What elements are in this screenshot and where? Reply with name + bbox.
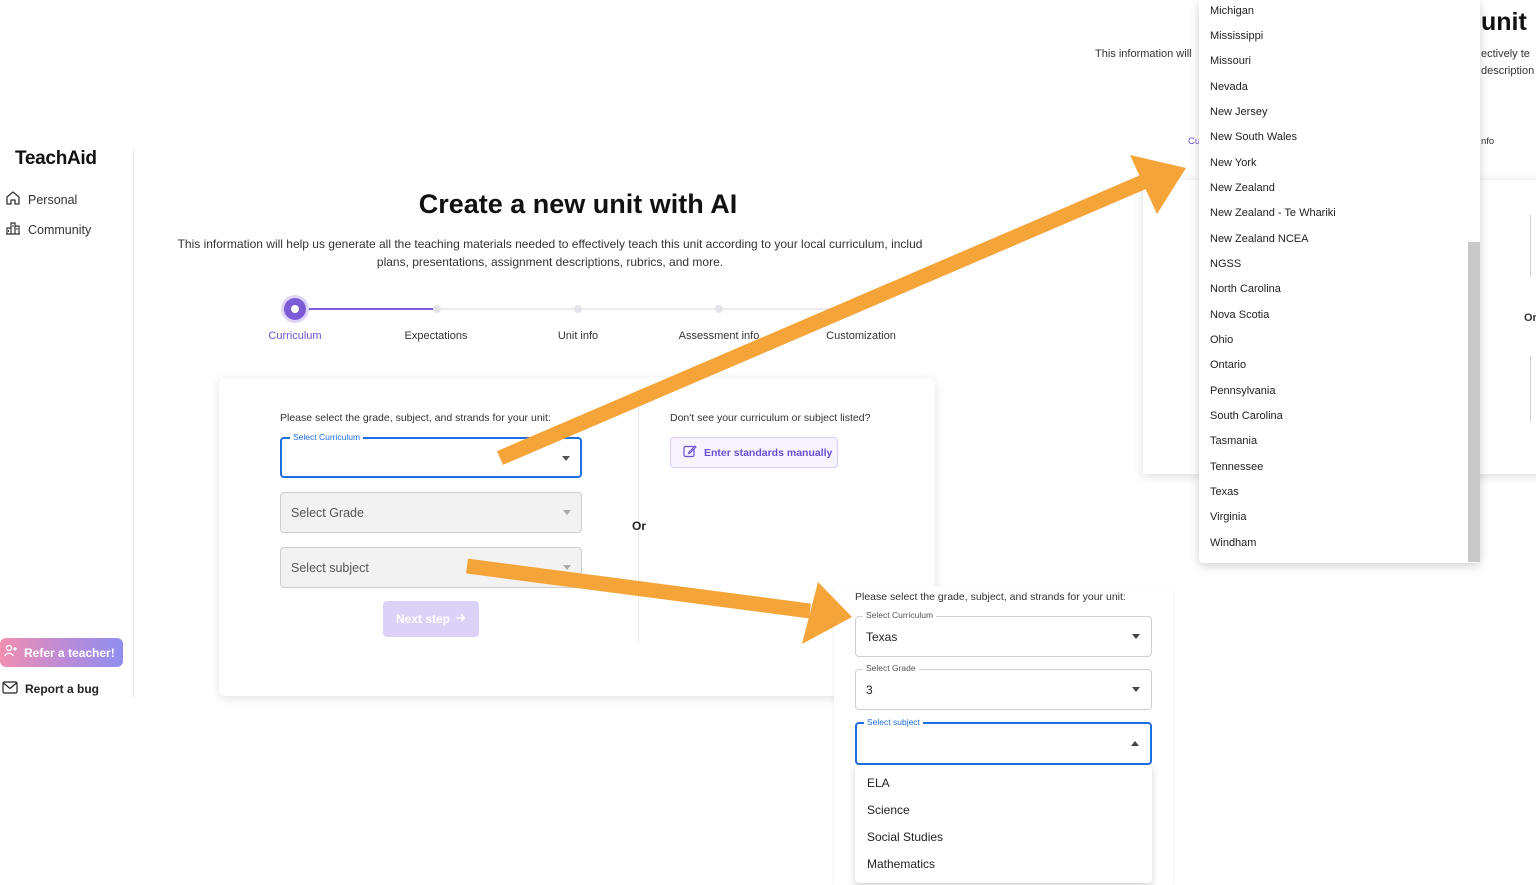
top-right-desc-right: description xyxy=(1481,65,1535,77)
chevron-up-icon xyxy=(1131,741,1139,746)
curriculum-option-missouri[interactable]: Missouri xyxy=(1210,55,1251,67)
top-right-desc-left: This information will xyxy=(1095,48,1192,60)
brand-logo[interactable]: TeachAid xyxy=(15,148,97,170)
subject-option-mathematics[interactable]: Mathematics xyxy=(867,857,935,871)
bottom-curriculum-select[interactable]: Select Curriculum Texas xyxy=(855,610,1152,657)
curriculum-option-pennsylvania[interactable]: Pennsylvania xyxy=(1210,385,1275,397)
bottom-grade-select[interactable]: Select Grade 3 xyxy=(855,663,1152,710)
page-description-line: This information will help us generate a… xyxy=(177,237,923,251)
refer-teacher-label: Refer a teacher! xyxy=(24,645,115,660)
stepper-track-line xyxy=(436,308,860,310)
chevron-down-icon xyxy=(562,456,570,461)
curriculum-dropdown-list[interactable]: Michigan Mississippi Missouri Nevada New… xyxy=(1199,0,1480,563)
bottom-grade-value: 3 xyxy=(866,682,873,697)
step-indicator-unit-info[interactable] xyxy=(574,305,582,313)
step-indicator-expectations[interactable] xyxy=(433,305,441,313)
top-right-or-fragment: Or xyxy=(1524,312,1536,324)
sidebar-item-community[interactable]: Community xyxy=(5,220,91,239)
top-right-desc-right: ectively te xyxy=(1481,48,1530,60)
curriculum-form-card xyxy=(219,378,935,696)
chevron-down-icon xyxy=(1132,687,1140,692)
curriculum-option-ontario[interactable]: Ontario xyxy=(1210,359,1246,371)
grade-select-placeholder: Select Grade xyxy=(291,505,364,520)
subject-select[interactable]: Select subject xyxy=(280,547,582,588)
curriculum-option-nova-scotia[interactable]: Nova Scotia xyxy=(1210,309,1269,321)
arrow-right-icon xyxy=(455,612,466,626)
curriculum-option-new-zealand-ncea[interactable]: New Zealand NCEA xyxy=(1210,233,1308,245)
curriculum-option-new-jersey[interactable]: New Jersey xyxy=(1210,106,1267,118)
curriculum-option-mississippi[interactable]: Mississippi xyxy=(1210,30,1263,42)
home-icon xyxy=(5,190,21,209)
chevron-down-icon xyxy=(563,510,571,515)
sidebar-item-label: Community xyxy=(28,222,92,237)
curriculum-option-south-carolina[interactable]: South Carolina xyxy=(1210,410,1283,422)
next-step-label: Next step xyxy=(395,612,451,626)
community-icon xyxy=(5,220,21,239)
mail-icon xyxy=(2,681,18,697)
enter-standards-manually-label: Enter standards manually xyxy=(704,446,833,459)
report-bug-link[interactable]: Report a bug xyxy=(2,681,99,697)
curriculum-option-new-zealand-te-whariki[interactable]: New Zealand - Te Whariki xyxy=(1210,207,1336,219)
chevron-down-icon xyxy=(1132,634,1140,639)
subject-dropdown-list[interactable]: ELA Science Social Studies Mathematics xyxy=(855,765,1152,883)
step-label-customization[interactable]: Customization xyxy=(806,330,916,342)
form-instruction: Please select the grade, subject, and st… xyxy=(280,412,551,424)
curriculum-option-texas[interactable]: Texas xyxy=(1210,486,1239,498)
curriculum-option-nevada[interactable]: Nevada xyxy=(1210,81,1248,93)
bottom-right-instruction: Please select the grade, subject, and st… xyxy=(855,591,1126,603)
bottom-curriculum-value: Texas xyxy=(866,629,898,644)
step-label-expectations[interactable]: Expectations xyxy=(381,330,491,342)
curriculum-option-ohio[interactable]: Ohio xyxy=(1210,334,1233,346)
curriculum-select[interactable]: Select Curriculum xyxy=(280,432,582,478)
add-user-icon xyxy=(4,644,18,661)
refer-teacher-button[interactable]: Refer a teacher! xyxy=(0,638,123,667)
sidebar-item-personal[interactable]: Personal xyxy=(5,190,77,209)
top-right-field-edge xyxy=(1530,215,1531,277)
curriculum-option-new-zealand[interactable]: New Zealand xyxy=(1210,182,1275,194)
bottom-grade-legend: Select Grade xyxy=(863,663,919,673)
report-bug-label: Report a bug xyxy=(25,682,99,696)
step-indicator-assessment-info[interactable] xyxy=(715,305,723,313)
subject-option-ela[interactable]: ELA xyxy=(867,776,890,790)
dropdown-scrollbar[interactable] xyxy=(1468,242,1480,562)
curriculum-option-windham[interactable]: Windham xyxy=(1210,537,1256,549)
manual-prompt: Don't see your curriculum or subject lis… xyxy=(670,412,871,424)
curriculum-option-tasmania[interactable]: Tasmania xyxy=(1210,435,1257,447)
subject-select-placeholder: Select subject xyxy=(291,560,369,575)
bottom-subject-legend: Select subject xyxy=(864,717,923,727)
edit-icon xyxy=(683,444,697,461)
step-label-unit-info[interactable]: Unit info xyxy=(523,330,633,342)
curriculum-option-ngss[interactable]: NGSS xyxy=(1210,258,1241,270)
curriculum-select-legend: Select Curriculum xyxy=(290,432,364,442)
chevron-down-icon xyxy=(563,565,571,570)
curriculum-option-michigan[interactable]: Michigan xyxy=(1210,5,1254,17)
step-label-curriculum[interactable]: Curriculum xyxy=(240,330,350,342)
next-step-button[interactable]: Next step xyxy=(383,601,479,637)
top-right-title-fragment: unit xyxy=(1481,8,1527,36)
or-separator: Or xyxy=(632,519,647,533)
enter-standards-manually-button[interactable]: Enter standards manually xyxy=(670,437,838,468)
sidebar-item-label: Personal xyxy=(28,192,78,207)
grade-select[interactable]: Select Grade xyxy=(280,492,582,533)
top-right-step-right: nfo xyxy=(1481,136,1495,147)
page-description: This information will help us generate a… xyxy=(160,235,940,271)
stepper-progress-line xyxy=(298,308,436,310)
bottom-curriculum-legend: Select Curriculum xyxy=(863,610,937,620)
page-title: Create a new unit with AI xyxy=(418,189,738,219)
subject-option-science[interactable]: Science xyxy=(867,803,910,817)
curriculum-option-new-york[interactable]: New York xyxy=(1210,157,1256,169)
curriculum-option-north-carolina[interactable]: North Carolina xyxy=(1210,283,1281,295)
subject-option-social-studies[interactable]: Social Studies xyxy=(867,830,943,844)
step-indicator-curriculum[interactable] xyxy=(284,298,306,320)
curriculum-option-virginia[interactable]: Virginia xyxy=(1210,511,1247,523)
top-right-field-edge xyxy=(1530,356,1531,422)
step-label-assessment-info[interactable]: Assessment info xyxy=(664,330,774,342)
bottom-subject-select[interactable]: Select subject xyxy=(855,717,1152,765)
page-description-line: plans, presentations, assignment descrip… xyxy=(376,255,724,269)
curriculum-option-tennessee[interactable]: Tennessee xyxy=(1210,461,1263,473)
curriculum-option-new-south-wales[interactable]: New South Wales xyxy=(1210,131,1297,143)
sidebar-divider xyxy=(133,148,134,698)
